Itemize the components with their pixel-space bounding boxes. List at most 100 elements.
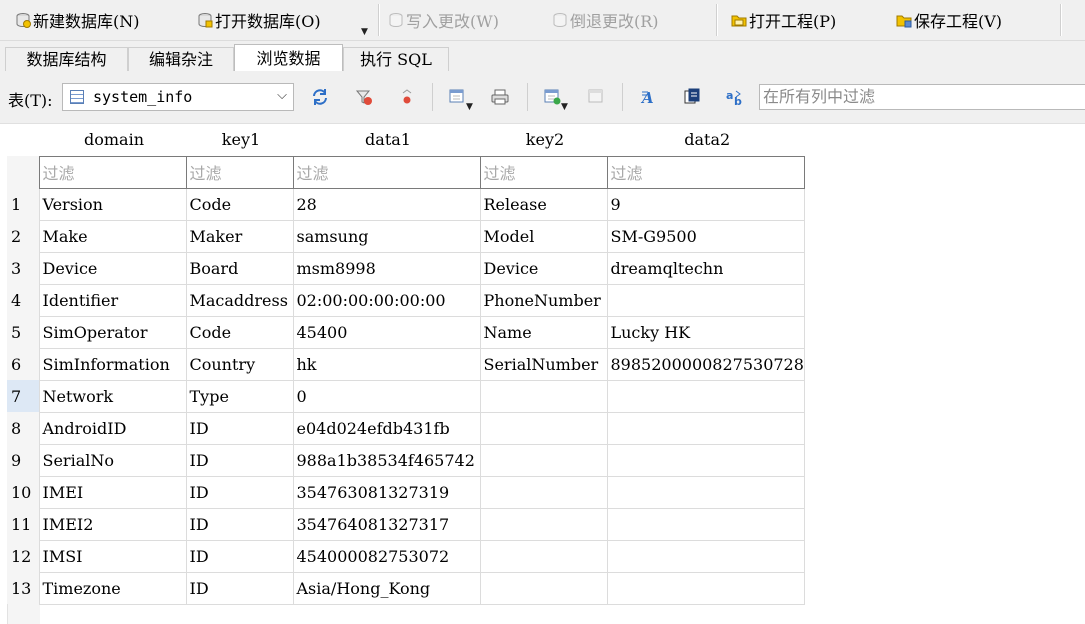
cell-key1[interactable]: ID <box>185 571 294 605</box>
insert-record-dropdown-arrow[interactable]: ▼ <box>561 102 568 112</box>
clear-filters-icon[interactable] <box>355 88 373 106</box>
cell-key2[interactable] <box>479 411 608 445</box>
table-row[interactable]: 9 SerialNo ID 988a1b38534f465742 <box>7 443 805 477</box>
table-row[interactable]: 10 IMEI ID 354763081327319 <box>7 475 805 509</box>
cell-key1[interactable]: Board <box>185 251 294 285</box>
cell-data1[interactable]: 354763081327319 <box>292 475 481 509</box>
cell-data1[interactable]: 354764081327317 <box>292 507 481 541</box>
table-row[interactable]: 13 Timezone ID Asia/Hong_Kong <box>7 571 805 605</box>
cell-key1[interactable]: ID <box>185 475 294 509</box>
row-number[interactable]: 5 <box>7 316 39 348</box>
row-number[interactable]: 11 <box>7 508 39 540</box>
filter-all-columns-input[interactable]: 在所有列中过滤 <box>759 84 1085 110</box>
cell-data1[interactable]: 988a1b38534f465742 <box>292 443 481 477</box>
cell-data1[interactable]: 28 <box>292 187 481 221</box>
column-header-key2[interactable]: key2 <box>480 124 607 156</box>
clear-sorting-icon[interactable] <box>398 88 416 106</box>
open-database-dropdown-arrow[interactable]: ▼ <box>361 27 368 37</box>
cell-data2[interactable]: dreamqltechn <box>606 251 805 285</box>
cell-domain[interactable]: Version <box>38 187 187 221</box>
tab-database-structure[interactable]: 数据库结构 <box>5 47 128 71</box>
cell-key2[interactable]: Release <box>479 187 608 221</box>
cell-data2[interactable] <box>606 571 805 605</box>
filter-input-domain[interactable]: 过滤 <box>38 155 187 189</box>
cell-domain[interactable]: IMSI <box>38 539 187 573</box>
table-row[interactable]: 11 IMEI2 ID 354764081327317 <box>7 507 805 541</box>
cell-data2[interactable] <box>606 443 805 477</box>
tab-edit-pragmas[interactable]: 编辑杂注 <box>128 47 234 71</box>
write-changes-button[interactable]: 写入更改(W) <box>388 0 499 40</box>
cell-key1[interactable]: ID <box>185 443 294 477</box>
cell-key2[interactable]: Name <box>479 315 608 349</box>
cell-key2[interactable]: PhoneNumber <box>479 283 608 317</box>
cell-domain[interactable]: Timezone <box>38 571 187 605</box>
cell-data2[interactable] <box>606 411 805 445</box>
cell-data2[interactable]: Lucky HK <box>606 315 805 349</box>
filter-input-data1[interactable]: 过滤 <box>292 155 481 189</box>
new-database-button[interactable]: 新建数据库(N) <box>15 0 140 40</box>
cell-key1[interactable]: ID <box>185 411 294 445</box>
cell-data1[interactable]: hk <box>292 347 481 381</box>
table-row[interactable]: 5 SimOperator Code 45400 Name Lucky HK <box>7 315 805 349</box>
cell-domain[interactable]: Device <box>38 251 187 285</box>
cell-domain[interactable]: SerialNo <box>38 443 187 477</box>
cell-data2[interactable] <box>606 507 805 541</box>
row-number[interactable]: 2 <box>7 220 39 252</box>
insert-record-icon[interactable] <box>544 88 562 106</box>
cell-data1[interactable]: 45400 <box>292 315 481 349</box>
row-number[interactable]: 10 <box>7 476 39 508</box>
column-header-data1[interactable]: data1 <box>293 124 480 156</box>
cell-data2[interactable]: SM-G9500 <box>606 219 805 253</box>
print-icon[interactable] <box>491 88 509 106</box>
cell-key2[interactable] <box>479 443 608 477</box>
row-number[interactable]: 12 <box>7 540 39 572</box>
cell-data2[interactable] <box>606 539 805 573</box>
cell-key2[interactable] <box>479 379 608 413</box>
cell-data1[interactable]: e04d024efdb431fb <box>292 411 481 445</box>
cell-key2[interactable] <box>479 571 608 605</box>
copy-icon[interactable] <box>683 88 701 106</box>
table-row[interactable]: 8 AndroidID ID e04d024efdb431fb <box>7 411 805 445</box>
cell-data2[interactable] <box>606 475 805 509</box>
cell-domain[interactable]: SimOperator <box>38 315 187 349</box>
cell-data1[interactable]: 0 <box>292 379 481 413</box>
column-header-key1[interactable]: key1 <box>186 124 293 156</box>
row-number[interactable]: 6 <box>7 348 39 380</box>
cell-key1[interactable]: ID <box>185 539 294 573</box>
cell-data1[interactable]: 454000082753072 <box>292 539 481 573</box>
text-format-icon[interactable]: A <box>640 88 658 107</box>
save-table-dropdown-arrow[interactable]: ▼ <box>466 102 473 112</box>
open-project-button[interactable]: 打开工程(P) <box>731 0 836 40</box>
row-number[interactable]: 7 <box>7 380 39 412</box>
table-select[interactable]: system_info ⌵ <box>62 83 294 111</box>
cell-data2[interactable] <box>606 379 805 413</box>
table-row[interactable]: 4 Identifier Macaddress 02:00:00:00:00:00 Ph… <box>7 283 805 317</box>
cell-key1[interactable]: Code <box>185 187 294 221</box>
row-number[interactable]: 1 <box>7 188 39 220</box>
column-header-data2[interactable]: data2 <box>607 124 805 156</box>
cell-key1[interactable]: ID <box>185 507 294 541</box>
save-table-icon[interactable] <box>449 88 467 106</box>
delete-record-icon[interactable] <box>588 88 606 106</box>
refresh-icon[interactable] <box>311 88 329 106</box>
table-row[interactable]: 1 Version Code 28 Release 9 <box>7 187 805 221</box>
cell-key2[interactable] <box>479 507 608 541</box>
table-row[interactable]: 7 Network Type 0 <box>7 379 805 413</box>
cell-key1[interactable]: Type <box>185 379 294 413</box>
row-number[interactable]: 4 <box>7 284 39 316</box>
filter-input-key1[interactable]: 过滤 <box>185 155 294 189</box>
cell-domain[interactable]: Network <box>38 379 187 413</box>
cell-data2[interactable] <box>606 283 805 317</box>
cell-key1[interactable]: Maker <box>185 219 294 253</box>
revert-changes-button[interactable]: 倒退更改(R) <box>552 0 659 40</box>
save-project-button[interactable]: 保存工程(V) <box>896 0 1002 40</box>
open-database-button[interactable]: 打开数据库(O) <box>197 0 321 40</box>
filter-input-data2[interactable]: 过滤 <box>606 155 805 189</box>
cell-key2[interactable]: Model <box>479 219 608 253</box>
column-header-domain[interactable]: domain <box>39 124 186 156</box>
cell-key1[interactable]: Macaddress <box>185 283 294 317</box>
corner-cell[interactable] <box>7 124 39 156</box>
cell-data2[interactable]: 9 <box>606 187 805 221</box>
cell-domain[interactable]: SimInformation <box>38 347 187 381</box>
cell-domain[interactable]: Identifier <box>38 283 187 317</box>
